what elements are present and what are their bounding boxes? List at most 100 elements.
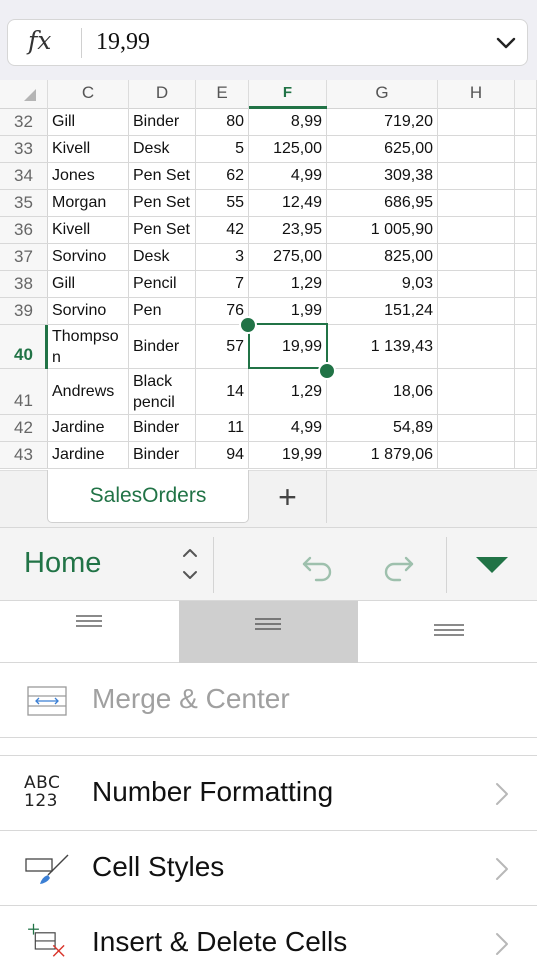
cell-i33[interactable] bbox=[515, 136, 537, 162]
cell-d37[interactable]: Desk bbox=[129, 244, 196, 270]
cell-i42[interactable] bbox=[515, 415, 537, 441]
cell-f41[interactable]: 1,29 bbox=[249, 369, 327, 414]
row-header[interactable]: 32 bbox=[0, 109, 48, 135]
cell-styles-row[interactable]: Cell Styles bbox=[0, 831, 537, 906]
spreadsheet-grid[interactable]: C D E F G H 32 Gill Binder 80 8,99 719,20 33 Ki… bbox=[0, 80, 537, 470]
cell-d39[interactable]: Pen bbox=[129, 298, 196, 324]
cell-i40[interactable] bbox=[515, 325, 537, 368]
cell-e35[interactable]: 55 bbox=[196, 190, 249, 216]
merge-center-row[interactable]: Merge & Center bbox=[0, 663, 537, 738]
cell-i41[interactable] bbox=[515, 369, 537, 414]
collapse-ribbon-icon[interactable] bbox=[474, 555, 510, 575]
column-header-h[interactable]: H bbox=[438, 80, 515, 109]
formula-input[interactable]: 19,99 bbox=[96, 29, 150, 56]
cell-e32[interactable]: 80 bbox=[196, 109, 249, 135]
cell-f35[interactable]: 12,49 bbox=[249, 190, 327, 216]
insert-delete-cells-row[interactable]: Insert & Delete Cells bbox=[0, 906, 537, 965]
cell-f43[interactable]: 19,99 bbox=[249, 442, 327, 468]
cell-e34[interactable]: 62 bbox=[196, 163, 249, 189]
cell-e41[interactable]: 14 bbox=[196, 369, 249, 414]
cell-c34[interactable]: Jones bbox=[48, 163, 129, 189]
row-header[interactable]: 41 bbox=[0, 369, 48, 414]
cell-g34[interactable]: 309,38 bbox=[327, 163, 438, 189]
cell-g42[interactable]: 54,89 bbox=[327, 415, 438, 441]
cell-f39[interactable]: 1,99 bbox=[249, 298, 327, 324]
cell-g32[interactable]: 719,20 bbox=[327, 109, 438, 135]
column-header-f[interactable]: F bbox=[249, 80, 327, 109]
cell-f34[interactable]: 4,99 bbox=[249, 163, 327, 189]
cell-c38[interactable]: Gill bbox=[48, 271, 129, 297]
cell-i38[interactable] bbox=[515, 271, 537, 297]
cell-f42[interactable]: 4,99 bbox=[249, 415, 327, 441]
selection-handle-top-left[interactable] bbox=[239, 316, 257, 334]
cell-i39[interactable] bbox=[515, 298, 537, 324]
column-header-d[interactable]: D bbox=[129, 80, 196, 109]
cell-d41[interactable]: Black pencil bbox=[129, 369, 196, 414]
cell-h38[interactable] bbox=[438, 271, 515, 297]
cell-d32[interactable]: Binder bbox=[129, 109, 196, 135]
cell-e33[interactable]: 5 bbox=[196, 136, 249, 162]
cell-i36[interactable] bbox=[515, 217, 537, 243]
cell-e38[interactable]: 7 bbox=[196, 271, 249, 297]
cell-d38[interactable]: Pencil bbox=[129, 271, 196, 297]
selected-cell-f40[interactable] bbox=[248, 323, 328, 369]
cell-d36[interactable]: Pen Set bbox=[129, 217, 196, 243]
cell-g43[interactable]: 1 879,06 bbox=[327, 442, 438, 468]
row-header[interactable]: 40 bbox=[0, 325, 48, 368]
cell-g39[interactable]: 151,24 bbox=[327, 298, 438, 324]
cell-h35[interactable] bbox=[438, 190, 515, 216]
up-down-chevron-icon[interactable] bbox=[180, 544, 200, 584]
formula-bar[interactable]: fx 19,99 bbox=[7, 19, 528, 66]
cell-f32[interactable]: 8,99 bbox=[249, 109, 327, 135]
row-header[interactable]: 42 bbox=[0, 415, 48, 441]
cell-i34[interactable] bbox=[515, 163, 537, 189]
row-header[interactable]: 36 bbox=[0, 217, 48, 243]
cell-h33[interactable] bbox=[438, 136, 515, 162]
cell-d33[interactable]: Desk bbox=[129, 136, 196, 162]
cell-h34[interactable] bbox=[438, 163, 515, 189]
cell-d43[interactable]: Binder bbox=[129, 442, 196, 468]
cell-d40[interactable]: Binder bbox=[129, 325, 196, 368]
chevron-down-icon[interactable] bbox=[495, 32, 517, 54]
cell-c37[interactable]: Sorvino bbox=[48, 244, 129, 270]
cell-h43[interactable] bbox=[438, 442, 515, 468]
cell-g35[interactable]: 686,95 bbox=[327, 190, 438, 216]
cell-i32[interactable] bbox=[515, 109, 537, 135]
cell-h36[interactable] bbox=[438, 217, 515, 243]
row-header[interactable]: 38 bbox=[0, 271, 48, 297]
redo-icon[interactable] bbox=[380, 548, 416, 584]
column-header-e[interactable]: E bbox=[196, 80, 249, 109]
cell-i43[interactable] bbox=[515, 442, 537, 468]
cell-c33[interactable]: Kivell bbox=[48, 136, 129, 162]
row-header[interactable]: 39 bbox=[0, 298, 48, 324]
select-all-corner[interactable] bbox=[0, 80, 48, 109]
align-top-button[interactable] bbox=[0, 601, 179, 663]
cell-h40[interactable] bbox=[438, 325, 515, 368]
cell-c35[interactable]: Morgan bbox=[48, 190, 129, 216]
cell-h32[interactable] bbox=[438, 109, 515, 135]
undo-icon[interactable] bbox=[300, 548, 336, 584]
number-formatting-row[interactable]: ABC 123 Number Formatting bbox=[0, 756, 537, 831]
sheet-tab-salesorders[interactable]: SalesOrders bbox=[47, 470, 249, 523]
fx-icon[interactable]: fx bbox=[28, 26, 51, 55]
cell-g38[interactable]: 9,03 bbox=[327, 271, 438, 297]
cell-c42[interactable]: Jardine bbox=[48, 415, 129, 441]
cell-g36[interactable]: 1 005,90 bbox=[327, 217, 438, 243]
cell-c41[interactable]: Andrews bbox=[48, 369, 129, 414]
cell-h39[interactable] bbox=[438, 298, 515, 324]
column-header-i[interactable] bbox=[515, 80, 537, 109]
cell-f36[interactable]: 23,95 bbox=[249, 217, 327, 243]
cell-c32[interactable]: Gill bbox=[48, 109, 129, 135]
cell-d34[interactable]: Pen Set bbox=[129, 163, 196, 189]
row-header[interactable]: 34 bbox=[0, 163, 48, 189]
cell-h42[interactable] bbox=[438, 415, 515, 441]
cell-i37[interactable] bbox=[515, 244, 537, 270]
cell-e36[interactable]: 42 bbox=[196, 217, 249, 243]
cell-f37[interactable]: 275,00 bbox=[249, 244, 327, 270]
cell-e37[interactable]: 3 bbox=[196, 244, 249, 270]
cell-c39[interactable]: Sorvino bbox=[48, 298, 129, 324]
row-header[interactable]: 37 bbox=[0, 244, 48, 270]
cell-d35[interactable]: Pen Set bbox=[129, 190, 196, 216]
cell-e42[interactable]: 11 bbox=[196, 415, 249, 441]
column-header-g[interactable]: G bbox=[327, 80, 438, 109]
